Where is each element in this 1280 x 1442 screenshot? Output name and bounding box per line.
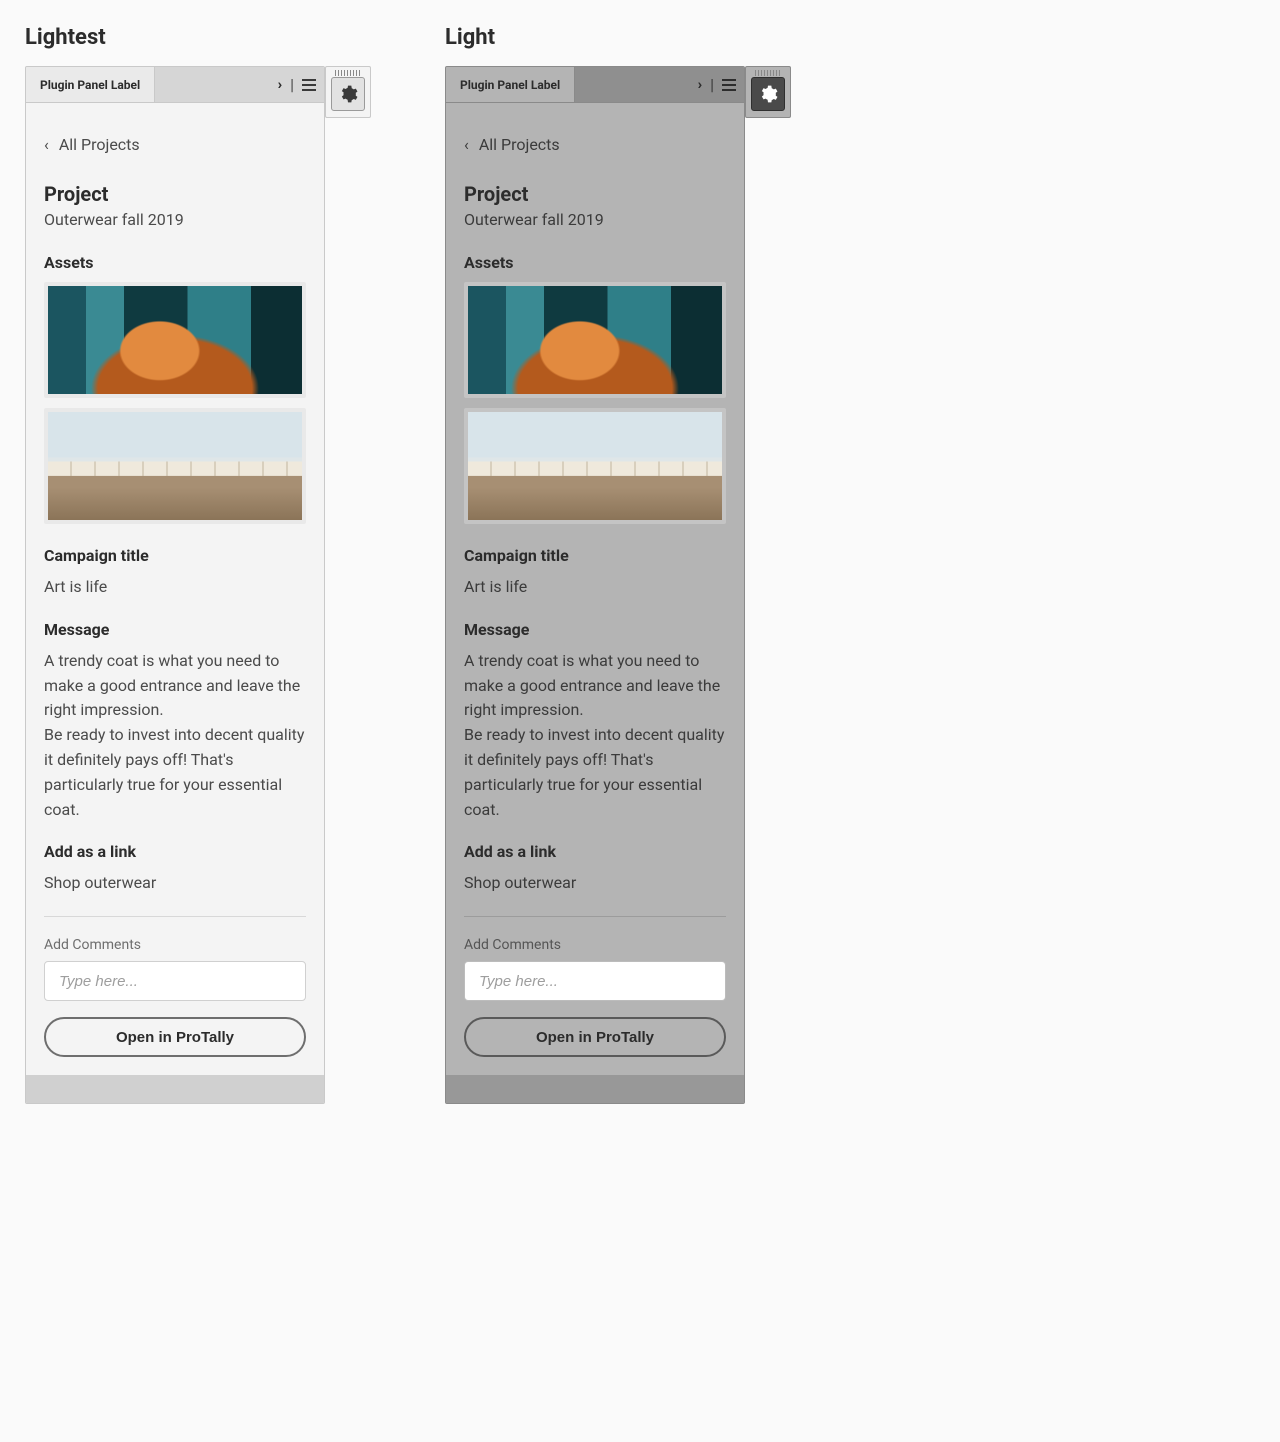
separator: | (290, 75, 294, 94)
back-link-label: All Projects (59, 135, 140, 154)
campaign-title-label: Campaign title (464, 546, 726, 565)
message-value: A trendy coat is what you need to make a… (464, 649, 726, 823)
project-name: Outerwear fall 2019 (44, 210, 306, 229)
settings-button[interactable] (331, 77, 365, 111)
separator: | (710, 75, 714, 94)
asset-thumbnail-1[interactable] (44, 282, 306, 398)
back-link-label: All Projects (479, 135, 560, 154)
open-in-protally-button[interactable]: Open in ProTally (464, 1017, 726, 1057)
plugin-panel: Plugin Panel Label ›› | ‹ All Projects (25, 66, 325, 1104)
panel-menu-icon[interactable] (722, 79, 736, 91)
panel-footer (26, 1075, 324, 1103)
panel-body: ‹ All Projects Project Outerwear fall 20… (26, 103, 324, 1075)
comments-label: Add Comments (464, 937, 726, 953)
plugin-panel: Plugin Panel Label ›› | ‹ All Projects (445, 66, 745, 1104)
collapse-arrows-icon[interactable]: ›› (698, 77, 702, 93)
gear-icon (338, 84, 358, 104)
settings-dock (325, 66, 371, 118)
chevron-left-icon: ‹ (464, 135, 469, 154)
message-value: A trendy coat is what you need to make a… (44, 649, 306, 823)
open-in-protally-button[interactable]: Open in ProTally (44, 1017, 306, 1057)
assets-heading: Assets (464, 253, 726, 272)
campaign-title-value: Art is life (44, 575, 306, 600)
link-value: Shop outerwear (44, 871, 306, 896)
message-label: Message (44, 620, 306, 639)
collapse-arrows-icon[interactable]: ›› (278, 77, 282, 93)
variant-title-light: Light (445, 25, 805, 50)
panel-tab[interactable]: Plugin Panel Label (26, 67, 155, 102)
panel-footer (446, 1075, 744, 1103)
drag-grip-icon[interactable] (335, 70, 361, 76)
back-to-projects[interactable]: ‹ All Projects (44, 135, 306, 154)
assets-heading: Assets (44, 253, 306, 272)
project-heading: Project (44, 182, 306, 206)
drag-grip-icon[interactable] (755, 70, 781, 76)
comments-label: Add Comments (44, 937, 306, 953)
comments-input[interactable] (464, 961, 726, 1001)
panel-header: Plugin Panel Label ›› | (26, 67, 324, 103)
settings-dock (745, 66, 791, 118)
asset-thumbnail-2[interactable] (464, 408, 726, 524)
settings-button[interactable] (751, 77, 785, 111)
comments-input[interactable] (44, 961, 306, 1001)
divider (464, 916, 726, 917)
campaign-title-value: Art is life (464, 575, 726, 600)
link-label: Add as a link (44, 842, 306, 861)
variant-title-lightest: Lightest (25, 25, 385, 50)
message-label: Message (464, 620, 726, 639)
campaign-title-label: Campaign title (44, 546, 306, 565)
asset-thumbnail-1[interactable] (464, 282, 726, 398)
link-label: Add as a link (464, 842, 726, 861)
asset-thumbnail-2[interactable] (44, 408, 306, 524)
link-value: Shop outerwear (464, 871, 726, 896)
project-heading: Project (464, 182, 726, 206)
project-name: Outerwear fall 2019 (464, 210, 726, 229)
divider (44, 916, 306, 917)
chevron-left-icon: ‹ (44, 135, 49, 154)
back-to-projects[interactable]: ‹ All Projects (464, 135, 726, 154)
panel-menu-icon[interactable] (302, 79, 316, 91)
panel-header: Plugin Panel Label ›› | (446, 67, 744, 103)
panel-body: ‹ All Projects Project Outerwear fall 20… (446, 103, 744, 1075)
panel-tab[interactable]: Plugin Panel Label (446, 67, 575, 102)
gear-icon (758, 84, 778, 104)
